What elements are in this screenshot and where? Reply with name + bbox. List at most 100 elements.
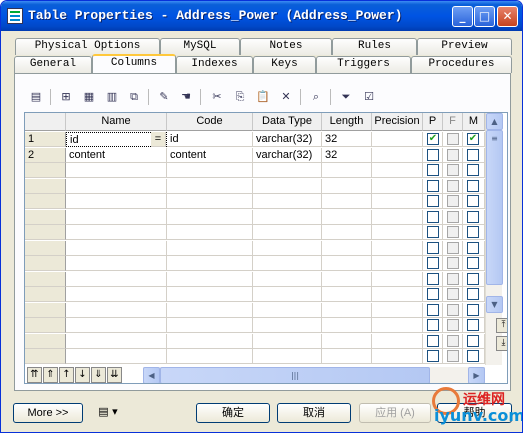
cell-name[interactable] (66, 240, 167, 256)
cell-code[interactable] (167, 209, 253, 225)
grid-header-name[interactable]: Name (66, 113, 167, 131)
cut-icon[interactable]: ✂ (207, 87, 227, 107)
cell-precision[interactable] (372, 147, 423, 163)
primary-checkbox[interactable]: ✔ (427, 133, 439, 145)
title-bar[interactable]: Table Properties - Address_Power (Addres… (1, 1, 522, 31)
mandatory-checkbox[interactable] (467, 210, 479, 223)
add-row-icon[interactable]: ▦ (79, 87, 99, 107)
cell-length[interactable] (322, 318, 372, 333)
table-row[interactable] (25, 209, 485, 225)
cell-precision[interactable] (372, 178, 423, 194)
properties-icon[interactable]: ▤ (26, 87, 46, 107)
mandatory-checkbox[interactable] (467, 195, 479, 207)
cell-precision[interactable] (372, 349, 423, 364)
table-row[interactable] (25, 240, 485, 256)
tab-columns[interactable]: Columns (92, 54, 176, 73)
horizontal-scrollbar[interactable]: ◀ ||| ▶ (143, 367, 485, 383)
cell-precision[interactable] (372, 333, 423, 349)
cell-code[interactable] (167, 333, 253, 349)
cell-length[interactable] (322, 194, 372, 209)
cell-code[interactable] (167, 178, 253, 194)
cell-name[interactable]: content (66, 147, 167, 163)
cell-code[interactable] (167, 240, 253, 256)
cell-precision[interactable] (372, 302, 423, 318)
find-icon[interactable]: ⌕ (306, 87, 326, 107)
primary-checkbox[interactable] (427, 179, 439, 192)
cell-length[interactable] (322, 240, 372, 256)
cell-length[interactable] (322, 271, 372, 287)
horizontal-scroll-thumb[interactable]: ||| (160, 367, 430, 383)
table-row[interactable] (25, 271, 485, 287)
primary-checkbox[interactable] (427, 257, 439, 269)
primary-checkbox[interactable] (427, 272, 439, 285)
grid-header-mandatory[interactable]: M (463, 113, 485, 131)
close-button[interactable]: ✕ (497, 6, 518, 27)
mandatory-checkbox[interactable] (467, 241, 479, 254)
cell-code[interactable] (167, 349, 253, 364)
replicate-columns-icon[interactable]: ⧉ (124, 87, 144, 107)
primary-checkbox[interactable] (427, 210, 439, 223)
cell-type[interactable] (253, 178, 322, 194)
cell-precision[interactable] (372, 271, 423, 287)
new-icon[interactable]: ✎ (154, 87, 174, 107)
table-row[interactable] (25, 318, 485, 333)
filter-icon[interactable]: ⏷ (336, 87, 356, 107)
grid-header-length[interactable]: Length (322, 113, 372, 131)
cell-name[interactable] (66, 163, 167, 178)
move-last-button[interactable]: ⤓ (496, 336, 507, 351)
table-row[interactable] (25, 163, 485, 178)
cell-code[interactable] (167, 163, 253, 178)
cell-type[interactable] (253, 209, 322, 225)
cell-name[interactable] (66, 318, 167, 333)
apply-button[interactable]: 应用 (A) (359, 403, 431, 423)
cell-type[interactable] (253, 240, 322, 256)
table-row[interactable] (25, 256, 485, 271)
cell-type[interactable] (253, 333, 322, 349)
table-row[interactable] (25, 225, 485, 240)
add-columns-icon[interactable]: ▥ (102, 87, 122, 107)
tab-mysql[interactable]: MySQL (160, 38, 240, 55)
cell-length[interactable] (322, 163, 372, 178)
primary-checkbox[interactable] (427, 334, 439, 347)
tab-general[interactable]: General (14, 56, 92, 73)
move-down-button[interactable]: ↓ (75, 367, 90, 383)
copy-icon[interactable]: ⎘ (230, 87, 250, 107)
grid-header-primary[interactable]: P (423, 113, 443, 131)
cell-precision[interactable] (372, 132, 423, 147)
table-row[interactable] (25, 178, 485, 194)
minimize-button[interactable]: _ (452, 6, 473, 27)
mandatory-checkbox[interactable] (467, 226, 479, 238)
cell-length[interactable] (322, 302, 372, 318)
scroll-left-button[interactable]: ◀ (143, 367, 160, 383)
cell-length[interactable] (322, 178, 372, 194)
move-top-button[interactable]: ⇈ (27, 367, 42, 383)
scroll-right-button[interactable]: ▶ (468, 367, 485, 383)
tab-physical-options[interactable]: Physical Options (15, 38, 160, 55)
cell-name[interactable] (66, 333, 167, 349)
ellipsis-button[interactable]: = (151, 132, 166, 147)
cell-code[interactable] (167, 225, 253, 240)
cell-length[interactable] (322, 209, 372, 225)
cell-name[interactable] (66, 225, 167, 240)
cell-length[interactable] (322, 349, 372, 364)
ok-button[interactable]: 确定 (196, 403, 270, 423)
cell-code[interactable] (167, 287, 253, 302)
table-row[interactable] (25, 194, 485, 209)
tab-keys[interactable]: Keys (253, 56, 316, 73)
cell-length[interactable] (322, 287, 372, 302)
table-row[interactable] (25, 287, 485, 302)
cell-name[interactable] (66, 271, 167, 287)
customize-columns-icon[interactable]: ☑ (359, 87, 379, 107)
mandatory-checkbox[interactable] (467, 257, 479, 269)
cell-precision[interactable] (372, 225, 423, 240)
cell-name[interactable] (66, 287, 167, 302)
cell-length[interactable] (322, 333, 372, 349)
cell-length[interactable]: 32 (322, 147, 372, 163)
tab-notes[interactable]: Notes (240, 38, 332, 55)
more-button[interactable]: More >> (13, 403, 83, 423)
grid-header-foreign[interactable]: F (443, 113, 463, 131)
cell-code[interactable]: content (167, 147, 253, 163)
cell-type[interactable] (253, 349, 322, 364)
mandatory-checkbox[interactable] (467, 350, 479, 362)
cell-type[interactable] (253, 256, 322, 271)
